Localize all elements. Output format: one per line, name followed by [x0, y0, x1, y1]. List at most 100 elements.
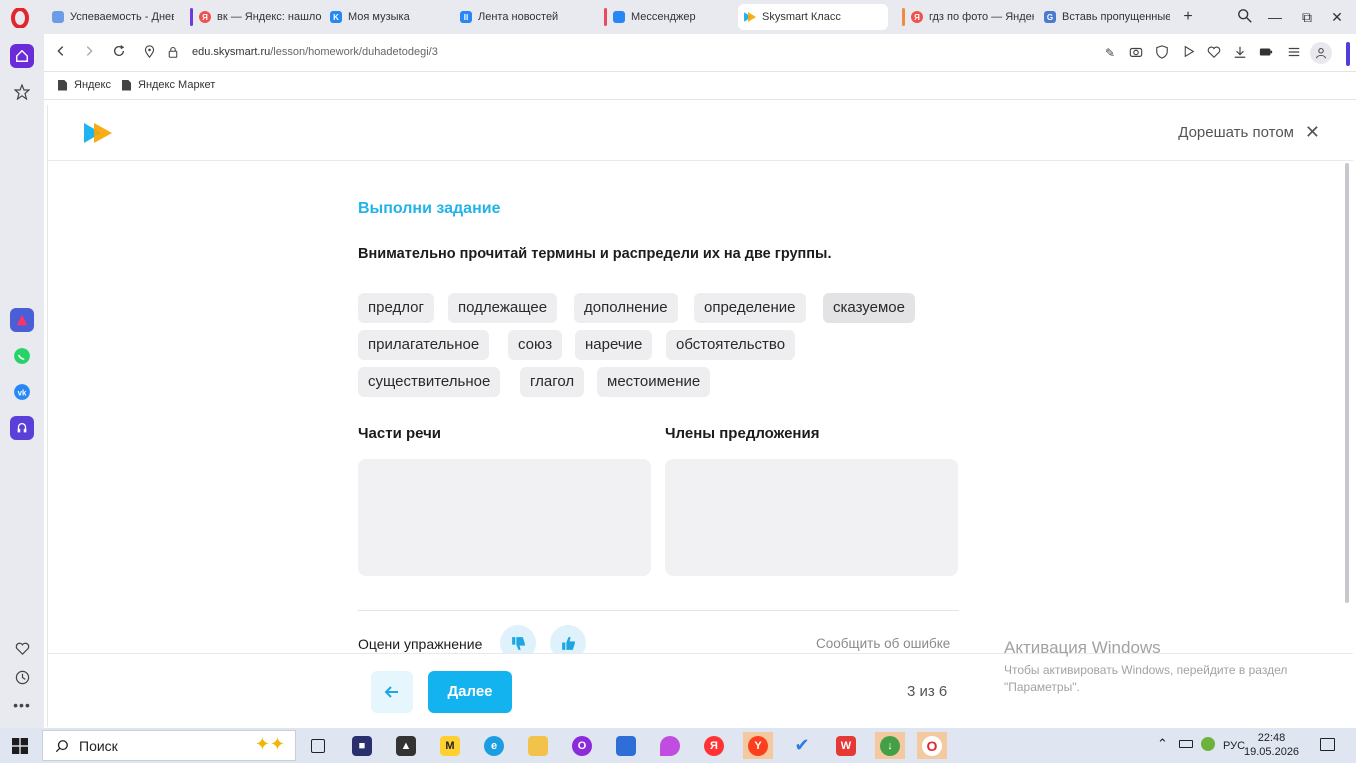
- clock-date: 19.05.2026: [1244, 746, 1300, 758]
- windows-activation-watermark: Активация Windows Чтобы активировать Win…: [1004, 638, 1324, 696]
- download-icon[interactable]: [1232, 45, 1248, 61]
- circle-app-icon[interactable]: O: [567, 732, 597, 759]
- new-tab-plus-icon[interactable]: +: [1180, 9, 1196, 25]
- forward-arrow-icon[interactable]: [80, 44, 98, 62]
- shield-icon[interactable]: [1154, 45, 1170, 61]
- page-scrollbar[interactable]: [1345, 163, 1349, 603]
- clock[interactable]: 22:48 19.05.2026: [1244, 731, 1299, 759]
- bookmark-yandex[interactable]: Яндекс: [58, 79, 111, 91]
- tab-label: Успеваемость - Дневн: [70, 11, 174, 23]
- tab-search-icon[interactable]: [1236, 8, 1254, 26]
- drop-zone-parts-of-speech[interactable]: [358, 459, 651, 576]
- term-chip[interactable]: обстоятельство: [666, 330, 796, 360]
- close-window-icon[interactable]: ✕: [1328, 8, 1346, 26]
- term-chip[interactable]: существительное: [358, 367, 501, 397]
- game-app-icon[interactable]: ▲: [391, 732, 421, 759]
- opera-taskbar-icon[interactable]: O: [917, 732, 947, 759]
- star-icon[interactable]: [10, 80, 34, 104]
- next-button[interactable]: Далее: [428, 671, 512, 713]
- term-chip[interactable]: наречие: [575, 330, 653, 360]
- activation-text: Чтобы активировать Windows, перейдите в …: [1004, 663, 1288, 694]
- music-player-icon[interactable]: [10, 416, 34, 440]
- favorite-heart-icon[interactable]: [1206, 45, 1222, 61]
- tab-music[interactable]: K Моя музыка: [324, 4, 452, 30]
- finish-later-link[interactable]: Дорешать потом: [1178, 124, 1294, 141]
- notifications-icon[interactable]: [1320, 738, 1335, 751]
- miro-app-icon[interactable]: M: [435, 732, 465, 759]
- location-pin-icon[interactable]: [140, 44, 158, 62]
- tab-insert-missing[interactable]: G Вставь пропущенные: [1038, 4, 1170, 30]
- opera-logo-icon[interactable]: [10, 8, 30, 28]
- group-title-parts-of-speech: Части речи: [358, 425, 442, 442]
- menu-lines-icon[interactable]: [1286, 45, 1302, 61]
- document-icon: [122, 79, 131, 91]
- yandex-browser-icon[interactable]: Я: [699, 732, 729, 759]
- term-chip[interactable]: местоимение: [597, 367, 711, 397]
- tab-messenger[interactable]: Мессенджер: [598, 4, 734, 30]
- history-clock-icon[interactable]: [10, 665, 34, 689]
- play-icon[interactable]: [1180, 45, 1196, 61]
- lock-icon[interactable]: [164, 44, 182, 62]
- restore-icon[interactable]: ⧉: [1298, 8, 1316, 26]
- camera-icon[interactable]: [1128, 45, 1144, 61]
- back-arrow-icon[interactable]: [52, 44, 70, 62]
- file-explorer-icon[interactable]: [523, 732, 553, 759]
- battery-icon[interactable]: [1179, 740, 1193, 748]
- network-status-icon[interactable]: [1201, 737, 1215, 751]
- term-chip[interactable]: сказуемое: [823, 293, 915, 323]
- edit-share-icon[interactable]: ✎: [1102, 45, 1118, 61]
- tab-label: вк — Яндекс: нашлос: [217, 11, 322, 23]
- term-chip[interactable]: предлог: [358, 293, 434, 323]
- task-view-icon[interactable]: [303, 732, 333, 759]
- term-chip[interactable]: прилагательное: [358, 330, 490, 360]
- tab-label: Лента новостей: [478, 11, 559, 23]
- drop-zone-sentence-members[interactable]: [665, 459, 958, 576]
- close-icon[interactable]: ✕: [1305, 122, 1320, 142]
- language-indicator[interactable]: РУС: [1223, 740, 1245, 752]
- profile-avatar-icon[interactable]: [1310, 42, 1332, 64]
- tab-yandex-vk[interactable]: Я вк — Яндекс: нашлос: [184, 4, 322, 30]
- download-manager-icon[interactable]: ↓: [875, 732, 905, 759]
- tab-news[interactable]: II Лента новостей: [454, 4, 592, 30]
- home-icon[interactable]: [10, 44, 34, 68]
- rate-exercise-label: Оцени упражнение: [358, 636, 483, 652]
- tab-gdz[interactable]: Я гдз по фото — Яндекс: [896, 4, 1034, 30]
- heart-icon[interactable]: [10, 636, 34, 660]
- url-field[interactable]: edu.skysmart.ru/lesson/homework/duhadeto…: [192, 46, 438, 58]
- report-error-link[interactable]: Сообщить об ошибке: [816, 636, 950, 651]
- minimize-icon[interactable]: —: [1266, 8, 1284, 26]
- skysmart-logo-icon[interactable]: [84, 123, 114, 143]
- yandex-favicon-icon: Я: [911, 11, 923, 23]
- term-chip[interactable]: дополнение: [574, 293, 678, 323]
- tab-uspevaemost[interactable]: Успеваемость - Дневн: [46, 4, 174, 30]
- windows-start-icon[interactable]: [12, 738, 28, 754]
- skysmart-favicon-icon: [744, 12, 756, 22]
- chevron-up-icon[interactable]: ⌃: [1157, 736, 1168, 752]
- tab-group-marker: [190, 8, 193, 26]
- aria-ai-icon[interactable]: [10, 308, 34, 332]
- battery-saver-icon[interactable]: [1258, 45, 1274, 61]
- previous-button[interactable]: [371, 671, 413, 713]
- term-chip[interactable]: союз: [508, 330, 563, 360]
- tab-skysmart[interactable]: Skysmart Класс: [738, 4, 888, 30]
- reload-icon[interactable]: [110, 44, 128, 62]
- tab-label: Моя музыка: [348, 11, 410, 23]
- drop-app-icon[interactable]: [655, 732, 685, 759]
- more-dots-icon[interactable]: •••: [10, 693, 34, 717]
- term-chip[interactable]: определение: [694, 293, 806, 323]
- bookmark-label: Яндекс: [74, 79, 111, 91]
- store-icon[interactable]: [611, 732, 641, 759]
- bookmark-yandex-market[interactable]: Яндекс Маркет: [122, 79, 215, 91]
- term-chip[interactable]: глагол: [520, 367, 585, 397]
- vk-icon[interactable]: vk: [10, 380, 34, 404]
- web-page: Дорешать потом ✕ Выполни задание Внимате…: [47, 105, 1353, 727]
- tasks-check-icon[interactable]: ✔: [787, 732, 817, 759]
- shield-app-icon[interactable]: ■: [347, 732, 377, 759]
- taskbar-search-input[interactable]: Поиск ✦✦: [42, 730, 296, 761]
- term-chip[interactable]: подлежащее: [448, 293, 558, 323]
- wps-office-icon[interactable]: W: [831, 732, 861, 759]
- taskbar: Поиск ✦✦ ■ ▲ M e O Я Y ✔ W ↓ O ⌃ РУС 22:…: [0, 728, 1356, 763]
- whatsapp-icon[interactable]: [10, 344, 34, 368]
- yandex-app-icon[interactable]: Y: [743, 732, 773, 759]
- edge-browser-icon[interactable]: e: [479, 732, 509, 759]
